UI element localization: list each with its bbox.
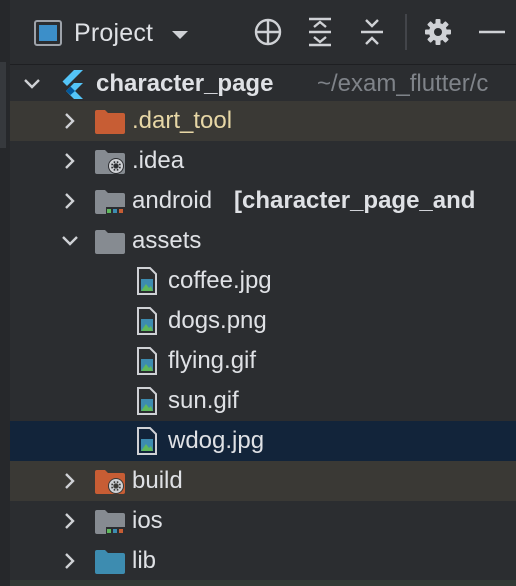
expand-all-icon [309, 17, 331, 47]
tree-item-label: flying.gif [168, 347, 257, 374]
project-panel-icon [34, 20, 62, 46]
project-view-selector[interactable]: Project [34, 14, 189, 52]
tree-item-flying-gif[interactable]: flying.gif [10, 341, 516, 381]
project-toolbar: Project [10, 0, 516, 65]
tree-item-label: assets [132, 227, 202, 254]
tree-item-android[interactable]: android [character_page_and [10, 181, 516, 221]
project-tree: character_page ~/exam_flutter/c .dart_to… [10, 64, 516, 586]
folder-icon [95, 230, 125, 254]
tree-item-lib[interactable]: lib [10, 541, 516, 581]
tree-item-coffee-jpg[interactable]: coffee.jpg [10, 261, 516, 301]
tree-item-idea[interactable]: .idea [10, 141, 516, 181]
crosshair-icon [254, 18, 282, 46]
tree-item-label: .idea [132, 147, 185, 174]
tree-root-row[interactable]: character_page ~/exam_flutter/c [10, 64, 516, 104]
chevron-right-icon[interactable] [60, 111, 80, 131]
gear-icon [425, 19, 451, 45]
tree-item-dogs-png[interactable]: dogs.png [10, 301, 516, 341]
flutter-icon [62, 70, 83, 99]
tree-item-label: sun.gif [168, 387, 239, 414]
crosshair-button[interactable] [250, 14, 286, 50]
root-project-path: ~/exam_flutter/c [317, 70, 489, 97]
image-file-icon [137, 307, 157, 335]
settings-folder-icon [95, 150, 125, 174]
tree-item-dart-tool[interactable]: .dart_tool [10, 101, 516, 141]
chevron-right-icon[interactable] [60, 191, 80, 211]
image-file-icon [137, 427, 157, 455]
module-folder-icon [95, 510, 126, 535]
tree-item-label: coffee.jpg [168, 267, 272, 294]
strip-marker [0, 62, 6, 148]
tree-item-label: lib [132, 547, 157, 574]
excluded-folder-icon [95, 110, 125, 134]
excluded-build-folder-icon [95, 470, 125, 494]
tree-item-sun-gif[interactable]: sun.gif [10, 381, 516, 421]
module-name-suffix: [character_page_and [234, 187, 476, 214]
image-file-icon [137, 387, 157, 415]
toolbar-separator [405, 14, 407, 50]
tree-item-label: android [132, 187, 213, 214]
tree-item-label: build [132, 467, 183, 494]
hide-panel-button[interactable] [472, 14, 508, 50]
expand-all-button[interactable] [302, 14, 338, 50]
settings-button[interactable] [420, 14, 456, 50]
tree-item-assets[interactable]: assets [10, 221, 516, 261]
chevron-right-icon[interactable] [60, 151, 80, 171]
tree-item-label: wdog.jpg [168, 427, 265, 454]
chevron-right-icon[interactable] [60, 511, 80, 531]
project-view-label: Project [74, 18, 154, 47]
tree-item-ios[interactable]: ios [10, 501, 516, 541]
bottom-edge [10, 580, 516, 586]
tree-item-label: .dart_tool [132, 107, 233, 134]
chevron-down-icon [172, 31, 189, 39]
chevron-right-icon[interactable] [60, 551, 80, 571]
chevron-down-icon[interactable] [60, 231, 80, 251]
tree-item-wdog-jpg[interactable]: wdog.jpg [10, 421, 516, 461]
source-folder-icon [95, 550, 125, 574]
image-file-icon [137, 267, 157, 295]
chevron-right-icon[interactable] [60, 471, 80, 491]
tree-item-build[interactable]: build [10, 461, 516, 501]
left-tool-strip [0, 0, 10, 586]
collapse-all-button[interactable] [354, 14, 390, 50]
root-project-name: character_page [96, 70, 274, 97]
tree-item-label: dogs.png [168, 307, 267, 334]
module-folder-icon [95, 190, 126, 215]
image-file-icon [137, 347, 157, 375]
tree-item-label: ios [132, 507, 163, 534]
collapse-all-icon [361, 19, 383, 45]
chevron-down-icon[interactable] [22, 74, 42, 94]
minimize-icon [479, 30, 505, 34]
